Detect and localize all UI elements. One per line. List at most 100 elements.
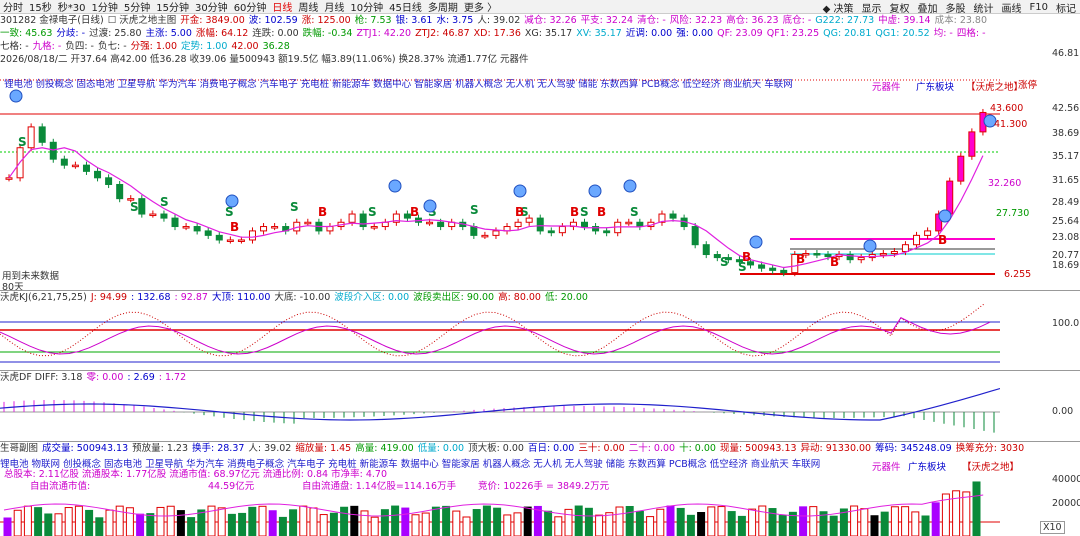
indicator-value: QG: 20.81 xyxy=(823,28,872,39)
right-tool-6[interactable]: 画线 xyxy=(998,0,1026,15)
right-tool-4[interactable]: 多股 xyxy=(942,0,970,15)
indicator-value: QG1: 20.52 xyxy=(875,28,930,39)
candle xyxy=(470,226,478,236)
candle xyxy=(260,226,268,232)
indicator-value: 顶大板: 0.00 xyxy=(468,443,524,454)
period-tab-8[interactable]: 日线 xyxy=(269,0,295,14)
sell-signal: S xyxy=(130,200,139,214)
candle xyxy=(536,217,544,232)
right-tool-1[interactable]: 显示 xyxy=(858,0,886,15)
indicator-value: ZTJ2: 46.87 xyxy=(415,28,470,39)
volume-bar xyxy=(329,512,338,536)
indicator-value: 中虚: 39.14 xyxy=(878,15,931,26)
volume-bar xyxy=(472,509,481,536)
candlestick-chart[interactable]: SSSSSSSSSSSSSBBBBBBBBBB xyxy=(0,66,1080,288)
right-tool-8[interactable]: 标记 xyxy=(1052,0,1080,15)
candle xyxy=(514,221,522,228)
price-axis-tick: 18.69 xyxy=(1052,260,1080,271)
period-tab-1[interactable]: 15秒 xyxy=(26,0,55,14)
candle xyxy=(160,213,168,219)
signal-bubble xyxy=(938,209,952,223)
period-tab-11[interactable]: 10分钟 xyxy=(347,0,386,14)
volume-bar xyxy=(380,509,389,536)
right-tool-5[interactable]: 统计 xyxy=(970,0,998,15)
period-tab-3[interactable]: 1分钟 xyxy=(88,0,120,14)
main-indicator-row3: 七格: - 九格: - 负四: - 负七: - 分强: 1.00 定势: 1.00 42.0… xyxy=(0,41,294,53)
signal-bubble xyxy=(863,239,877,253)
period-tab-2[interactable]: 秒*30 xyxy=(55,0,89,14)
moving-average xyxy=(8,147,984,269)
candle xyxy=(426,221,434,225)
indicator-value: ☐ 沃虎之地主图 xyxy=(107,15,177,26)
period-tab-0[interactable]: 分时 xyxy=(0,0,26,14)
period-tab-5[interactable]: 15分钟 xyxy=(153,0,192,14)
volume-bar xyxy=(411,514,420,536)
candle xyxy=(138,198,146,215)
volume-bar xyxy=(3,517,12,536)
indicator-value: 大底: -10.00 xyxy=(274,292,331,303)
volume-bar xyxy=(870,515,879,536)
period-tab-9[interactable]: 周线 xyxy=(295,0,321,14)
volume-chart[interactable] xyxy=(0,470,1000,536)
candle xyxy=(957,155,965,182)
indicator-value: 换手: 28.37 xyxy=(192,443,245,454)
volume-bar xyxy=(391,505,400,536)
right-tool-3[interactable]: 叠加 xyxy=(914,0,942,15)
indicator-value: 生哥副图 xyxy=(0,443,39,454)
volume-bar xyxy=(85,509,94,536)
indicator-value: : 2.69 xyxy=(127,372,155,383)
candle xyxy=(359,213,367,228)
buy-signal: B xyxy=(830,255,839,269)
right-tool-0[interactable]: ◆ 决策 xyxy=(819,0,858,15)
period-tab-12[interactable]: 45日线 xyxy=(386,0,425,14)
volume-bar xyxy=(44,513,53,536)
indicator-value: 减仓: 32.26 xyxy=(524,15,577,26)
price-axis-tick: 35.17 xyxy=(1052,151,1080,162)
candle xyxy=(547,230,555,234)
buy-signal: B xyxy=(796,252,805,266)
zoom-indicator[interactable]: X10 xyxy=(1040,521,1065,534)
candle xyxy=(215,234,223,241)
volume-bar xyxy=(717,506,726,536)
period-tab-6[interactable]: 30分钟 xyxy=(192,0,231,14)
indicator-value: 主涨: 5.00 xyxy=(145,28,192,39)
volume-bar xyxy=(676,507,685,536)
indicator-value: 四格: - xyxy=(956,28,986,39)
volume-bar xyxy=(309,507,318,536)
indicator-value: 过渡: 25.80 xyxy=(89,28,142,39)
period-tab-10[interactable]: 月线 xyxy=(321,0,347,14)
volume-bar xyxy=(278,516,287,536)
period-tab-13[interactable]: 多周期 xyxy=(425,0,461,14)
volume-bar xyxy=(156,506,165,536)
volume-bar xyxy=(911,511,920,536)
df-indicator-chart[interactable] xyxy=(0,384,1000,440)
volume-bar xyxy=(248,506,257,536)
buy-signal: B xyxy=(410,205,419,219)
indicator-value: 平支: 32.24 xyxy=(580,15,634,26)
indicator-value: 预放量: 1.23 xyxy=(132,443,188,454)
indicator-value: 强: 0.00 xyxy=(676,28,714,39)
indicator-value: 波段介入区: 0.00 xyxy=(334,292,410,303)
volume-bar xyxy=(64,507,73,536)
candle xyxy=(492,230,500,236)
kj-indicator-chart[interactable] xyxy=(0,304,1000,368)
signal-bubble xyxy=(513,184,527,198)
indicator-value: 枪: 7.53 xyxy=(354,15,392,26)
period-tab-7[interactable]: 60分钟 xyxy=(231,0,270,14)
right-tool-2[interactable]: 复权 xyxy=(886,0,914,15)
right-tool-7[interactable]: F10 xyxy=(1026,2,1052,13)
candle xyxy=(946,180,954,215)
period-tab-4[interactable]: 5分钟 xyxy=(121,0,153,14)
volume-bar xyxy=(686,514,695,536)
indicator-value: 成本: 23.80 xyxy=(934,15,988,26)
volume-bar xyxy=(656,508,665,536)
indicator-value: 七格: - xyxy=(0,41,29,52)
candle xyxy=(780,269,788,274)
volume-bar xyxy=(197,509,206,536)
period-tab-14[interactable]: 更多 〉 xyxy=(461,0,500,14)
volume-bar xyxy=(187,517,196,536)
price-axis-tick: 25.64 xyxy=(1052,216,1080,227)
indicator-value: G222: 27.73 xyxy=(815,15,875,26)
candle xyxy=(702,244,710,256)
indicator-value: 缩放量: 1.45 xyxy=(295,443,352,454)
